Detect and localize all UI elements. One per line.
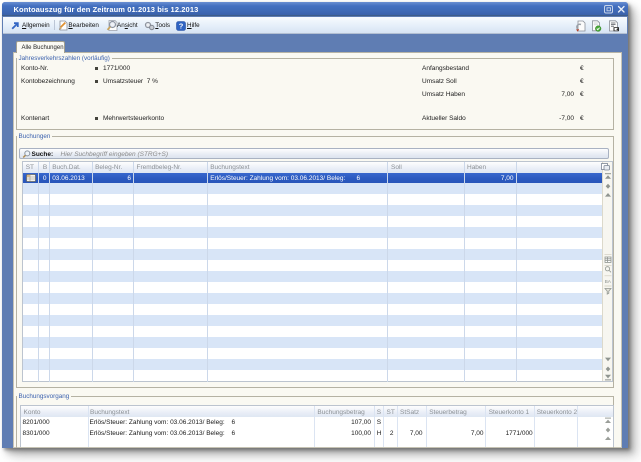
svg-text:?: ? [179, 21, 184, 30]
svg-text:BA: BA [605, 279, 612, 285]
